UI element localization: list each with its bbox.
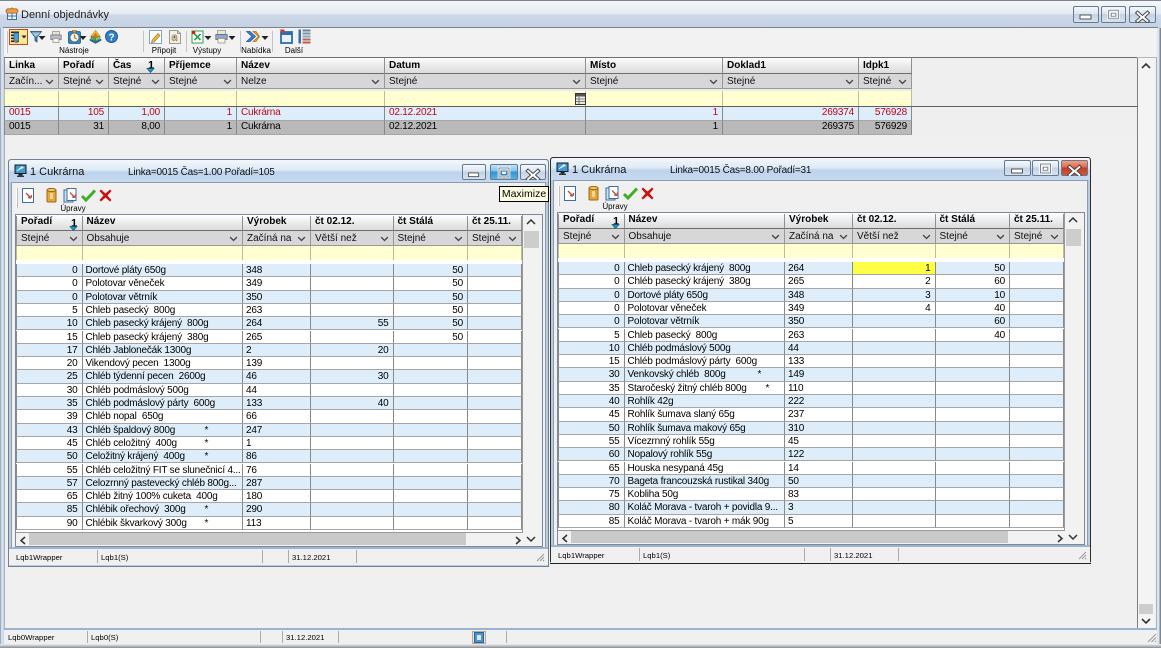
svg-text:?: ? xyxy=(108,33,114,44)
